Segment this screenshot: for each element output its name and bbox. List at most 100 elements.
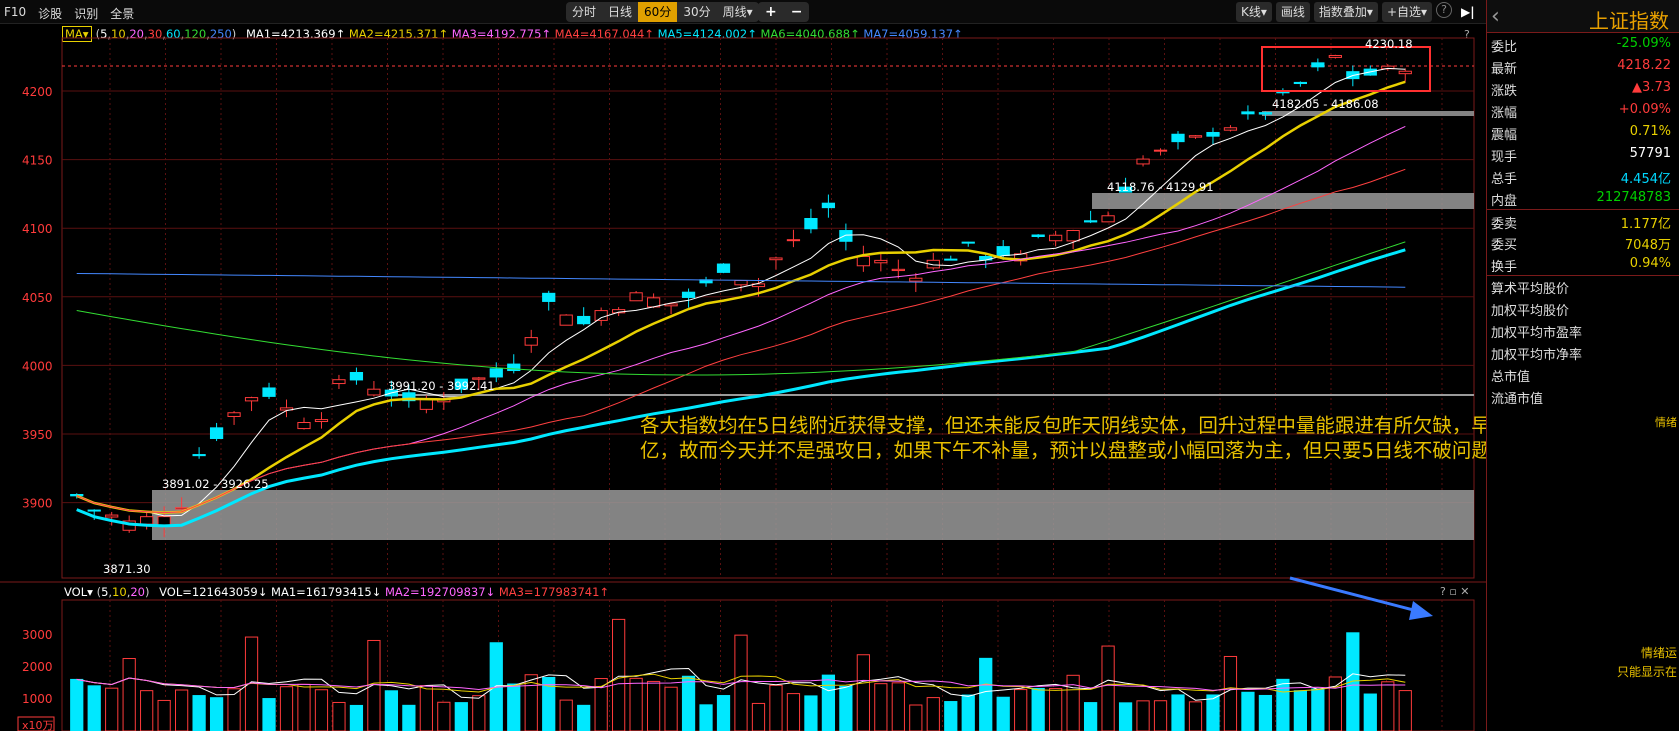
period-intraday[interactable]: 分时 [566, 2, 602, 22]
volume-bar [279, 686, 294, 731]
candle-body [1031, 234, 1045, 237]
candle-body [734, 280, 748, 286]
volume-bar [402, 704, 416, 731]
volume-bar [349, 704, 364, 731]
volume-bar [1398, 690, 1412, 731]
cut-note-2: 情绪运 [1640, 646, 1677, 660]
volume-bar [1188, 701, 1203, 731]
candle-body [332, 379, 346, 385]
volume-bar [262, 698, 276, 731]
candle-body [1241, 111, 1255, 115]
trend-arrow-head [1409, 601, 1433, 620]
candle-body [262, 387, 276, 397]
volume-bar [1171, 694, 1185, 731]
diagnose-link[interactable]: 诊股 [38, 5, 62, 22]
candle-body [524, 337, 538, 346]
volume-bar [944, 701, 958, 731]
candle-body [244, 397, 259, 402]
candle-body [227, 412, 241, 417]
identify-link[interactable]: 识别 [74, 5, 98, 22]
quote-row-value: 4218.22 [1617, 58, 1671, 73]
quote-row-label: 换手 [1491, 260, 1518, 275]
support-zone-1 [152, 490, 1474, 540]
quote-row-label: 现手 [1491, 150, 1518, 165]
volume-bar [979, 657, 993, 731]
vol-panel-controls[interactable]: ? ▫ ✕ [1440, 585, 1470, 598]
quote-row-value: 0.71% [1629, 124, 1671, 139]
candle-body [1171, 133, 1185, 143]
f10-link[interactable]: F10 [4, 5, 26, 22]
period-30min[interactable]: 30分 [677, 2, 716, 22]
draw-button[interactable]: 画线 [1275, 2, 1310, 22]
volume-bar [804, 695, 818, 731]
zoom-controls: + − [758, 2, 810, 22]
volume-bar [1241, 691, 1255, 731]
candle-body [314, 419, 329, 423]
volume-bar [507, 683, 521, 731]
candle-body [1049, 234, 1063, 242]
vol-indicator-button[interactable]: VOL▾ [64, 585, 93, 599]
volume-bar [839, 685, 853, 731]
quote-row: 委比 -25.09% [1487, 33, 1679, 55]
quote-row-label: 内盘 [1491, 194, 1518, 209]
volume-bar [384, 690, 399, 731]
price-axis-label: 3900 [22, 497, 53, 511]
candle-body [1136, 158, 1150, 165]
vol-ma1-value: MA1=161793415↓ [271, 585, 382, 599]
period-weekly[interactable]: 周线▾ [717, 2, 759, 22]
period-daily[interactable]: 日线 [602, 2, 638, 22]
volume-bar [332, 701, 346, 731]
quote-row: 涨幅 +0.09% [1487, 99, 1679, 121]
candle-body [856, 255, 870, 267]
candle-body [419, 398, 433, 410]
candle-body [594, 310, 608, 321]
price-axis-label: 4100 [22, 222, 53, 236]
cut-note-3: 只能显示在 [1616, 665, 1677, 679]
vol-axis-label: 2000 [22, 660, 53, 674]
zoom-in-button[interactable]: + [758, 2, 784, 22]
vol-ma2-value: MA2=192709837↓ [384, 585, 496, 599]
zoom-out-button[interactable]: − [784, 2, 810, 22]
top-toolbar: F10 诊股 识别 全景 分时 日线 60分 30分 周线▾ + − K线▾ 画… [0, 0, 1679, 24]
kline-dropdown[interactable]: K线▾ [1236, 2, 1272, 22]
stat-float-mktcap: 流通市值 [1491, 392, 1544, 407]
kline-chart[interactable]: 4200 4150 4100 4050 4000 3950 3900 4230.18 3871.… [0, 24, 1486, 731]
collapse-panel-icon[interactable]: ▶| [1456, 2, 1480, 22]
volume-bar [699, 704, 713, 731]
toolbar-left-links: F10 诊股 识别 全景 [4, 5, 134, 22]
candle-body [1223, 127, 1238, 131]
volume-bar [1083, 702, 1098, 731]
volume-bar [874, 683, 888, 731]
watchlist-dropdown[interactable]: +自选▾ [1381, 2, 1433, 22]
volume-bar [105, 687, 119, 731]
volume-bar [926, 697, 940, 731]
candle-body [1293, 81, 1307, 85]
volume-bar [367, 639, 381, 731]
candle-body [839, 230, 853, 242]
quote-row-label: 委买 [1491, 238, 1518, 253]
volume-bar [856, 654, 870, 731]
candle-body [542, 292, 556, 302]
quote-row-value: 57791 [1629, 146, 1671, 161]
volume-bar [1223, 655, 1238, 731]
stat-weighted-pb: 加权平均市净率 [1491, 348, 1583, 363]
quote-row-value: +0.09% [1618, 102, 1671, 117]
back-arrow-icon[interactable]: ‹ [1491, 4, 1500, 29]
vol-legend: VOL▾ (5,10,20) VOL=121643059↓ MA1=161793… [64, 585, 610, 599]
index-overlay-dropdown[interactable]: 指数叠加▾ [1313, 2, 1378, 22]
volume-bar [786, 693, 801, 731]
overview-link[interactable]: 全景 [110, 5, 134, 22]
candle-body [629, 292, 643, 302]
candle-body [1311, 62, 1325, 68]
volume-bar [175, 689, 189, 731]
quote-row: 总手 4.454亿 [1487, 165, 1679, 187]
period-60min[interactable]: 60分 [638, 2, 678, 22]
cut-note-1: 情绪 [1655, 416, 1677, 429]
volume-bar [1031, 687, 1045, 731]
quote-row: 涨跌 ▲3.73 [1487, 77, 1679, 99]
quote-row-value: 1.177亿 [1620, 217, 1671, 232]
help-icon[interactable]: ? [1436, 2, 1453, 18]
candle-body [1206, 131, 1220, 137]
volume-bar [1328, 676, 1342, 731]
volume-bar [1311, 688, 1325, 731]
